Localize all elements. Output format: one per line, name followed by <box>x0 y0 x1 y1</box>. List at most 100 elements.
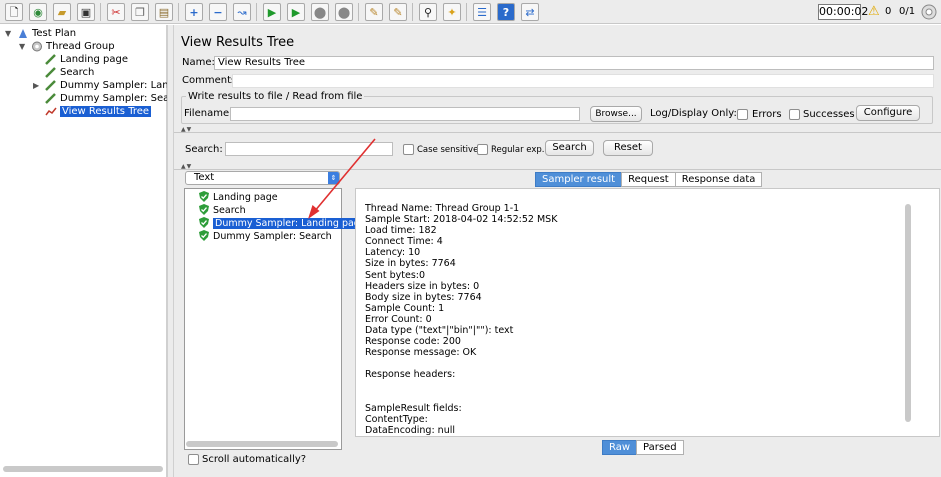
detail-line <box>365 358 910 369</box>
detail-line: SampleResult fields: <box>365 402 462 414</box>
sampler-result-text[interactable]: Thread Name: Thread Group 1-1 Sample Star… <box>365 203 910 435</box>
clear-all-icon[interactable]: ✎ <box>389 3 407 21</box>
dropdown-arrow-icon: ⇕ <box>328 172 339 184</box>
success-shield-icon <box>199 217 209 228</box>
paste-icon[interactable]: ▤ <box>155 3 173 21</box>
main-toolbar: 🗋 ◉ ▰ ▣ ✂ ❐ ▤ + − ↝ ▶ ▶ ⬤ ⬤ ✎ ✎ ⚲ ✦ ☰ ? … <box>0 0 941 24</box>
tab-sampler-result[interactable]: Sampler result <box>535 172 623 187</box>
case-sensitive-checkbox[interactable] <box>403 144 414 155</box>
search-label: Search: <box>185 144 223 155</box>
save-icon[interactable]: ▣ <box>77 3 95 21</box>
regular-exp-checkbox[interactable] <box>477 144 488 155</box>
comments-field[interactable] <box>232 74 934 88</box>
collapse-triangle-icon[interactable]: ▶ <box>33 79 39 92</box>
detail-line: Connect Time: 4 <box>365 236 443 248</box>
tree-item-view-results-tree[interactable]: View Results Tree <box>45 105 152 118</box>
parsed-button[interactable]: Parsed <box>636 440 684 455</box>
thread-group-icon <box>32 41 42 51</box>
cut-icon[interactable]: ✂ <box>107 3 125 21</box>
tree-item-label: Thread Group <box>46 41 115 52</box>
sampler-icon <box>45 53 56 65</box>
renderer-select[interactable]: Text ⇕ <box>185 171 340 185</box>
toggle-icon[interactable]: ↝ <box>233 3 251 21</box>
detail-line: Size in bytes: 7764 <box>365 258 456 270</box>
split-divider[interactable] <box>167 25 174 477</box>
filename-label: Filename <box>184 108 230 119</box>
warning-icon[interactable]: ⚠ <box>868 4 880 20</box>
browse-button[interactable]: Browse... <box>590 106 642 122</box>
gear-icon[interactable] <box>920 3 938 21</box>
detail-line: Body size in bytes: 7764 <box>365 291 482 303</box>
successes-label: Successes <box>803 109 855 120</box>
tree-item-test-plan[interactable]: Test Plan <box>17 27 76 40</box>
result-label: Dummy Sampler: Search <box>213 231 332 242</box>
tree-item-label: Test Plan <box>32 28 77 39</box>
write-results-legend: Write results to file / Read from file <box>186 91 365 102</box>
templates-icon[interactable]: ◉ <box>29 3 47 21</box>
tree-item-label: Search <box>60 67 95 78</box>
new-icon[interactable]: 🗋 <box>5 3 23 21</box>
result-item[interactable]: Search <box>199 204 246 217</box>
detail-line: Thread Name: Thread Group 1-1 <box>365 203 520 214</box>
tree-item-search[interactable]: Search <box>45 66 94 79</box>
name-field[interactable]: View Results Tree <box>214 56 934 70</box>
stop-icon[interactable]: ⬤ <box>311 3 329 21</box>
expand-icon[interactable]: + <box>185 3 203 21</box>
tree-item-dummy-search[interactable]: Dummy Sampler: Search <box>45 92 185 105</box>
detail-line <box>365 381 910 392</box>
detail-line: Sent bytes:0 <box>365 269 426 281</box>
collapse-icon[interactable]: − <box>209 3 227 21</box>
shutdown-icon[interactable]: ⬤ <box>335 3 353 21</box>
detail-line: Load time: 182 <box>365 225 437 237</box>
reset-search-icon[interactable]: ✦ <box>443 3 461 21</box>
configure-button[interactable]: Configure <box>856 105 920 121</box>
successes-checkbox[interactable] <box>789 109 800 120</box>
open-icon[interactable]: ▰ <box>53 3 71 21</box>
expand-triangle-icon[interactable]: ▼ <box>19 40 25 53</box>
detail-line: Sample Start: 2018-04-02 14:52:52 MSK <box>365 214 558 226</box>
remote-icon[interactable]: ⇄ <box>521 3 539 21</box>
test-plan-tree: ▼ Test Plan ▼ Thread Group Landing page … <box>0 25 190 477</box>
clear-icon[interactable]: ✎ <box>365 3 383 21</box>
reset-button[interactable]: Reset <box>603 140 653 156</box>
expand-triangle-icon[interactable]: ▼ <box>5 27 11 40</box>
search-button[interactable]: Search <box>545 140 594 156</box>
sampler-icon <box>45 92 56 104</box>
search-icon[interactable]: ⚲ <box>419 3 437 21</box>
sampler-icon <box>45 79 56 91</box>
detail-line: Data type ("text"|"bin"|""): text <box>365 325 514 337</box>
success-shield-icon <box>199 204 209 215</box>
tree-scrollbar[interactable] <box>3 466 163 472</box>
raw-button[interactable]: Raw <box>602 440 638 455</box>
detail-line: Sample Count: 1 <box>365 302 445 314</box>
detail-line: Headers size in bytes: 0 <box>365 280 480 292</box>
filename-field[interactable] <box>230 107 580 121</box>
search-field[interactable] <box>225 142 393 156</box>
tab-request[interactable]: Request <box>621 172 676 187</box>
tab-response-data[interactable]: Response data <box>674 172 763 187</box>
sample-result-list: Landing page Search Dummy Sampler: Landi… <box>184 188 368 450</box>
result-item[interactable]: Landing page <box>199 191 278 204</box>
errors-checkbox[interactable] <box>737 109 748 120</box>
result-tabs: Sampler result Request Response data <box>535 172 763 187</box>
tree-item-label: Landing page <box>60 54 129 65</box>
log-display-label: Log/Display Only: <box>650 108 737 119</box>
scroll-automatically-checkbox[interactable] <box>188 454 199 465</box>
result-item[interactable]: Dummy Sampler: Search <box>199 230 332 243</box>
help-icon[interactable]: ? <box>497 3 515 21</box>
tree-item-thread-group[interactable]: Thread Group <box>31 40 115 53</box>
test-plan-icon <box>19 28 27 38</box>
tree-item-label: View Results Tree <box>60 106 152 117</box>
errors-label: Errors <box>752 109 782 120</box>
function-helper-icon[interactable]: ☰ <box>473 3 491 21</box>
view-mode-toggle: Raw Parsed <box>602 440 684 455</box>
start-icon[interactable]: ▶ <box>263 3 281 21</box>
result-label: Landing page <box>213 192 278 203</box>
result-list-scrollbar[interactable] <box>186 441 338 447</box>
result-item-selected[interactable]: Dummy Sampler: Landing page <box>199 217 368 230</box>
elapsed-timer: 00:00:02 <box>818 4 869 20</box>
detail-scrollbar[interactable] <box>905 204 911 422</box>
copy-icon[interactable]: ❐ <box>131 3 149 21</box>
tree-item-landing-page[interactable]: Landing page <box>45 53 128 66</box>
start-no-pause-icon[interactable]: ▶ <box>287 3 305 21</box>
